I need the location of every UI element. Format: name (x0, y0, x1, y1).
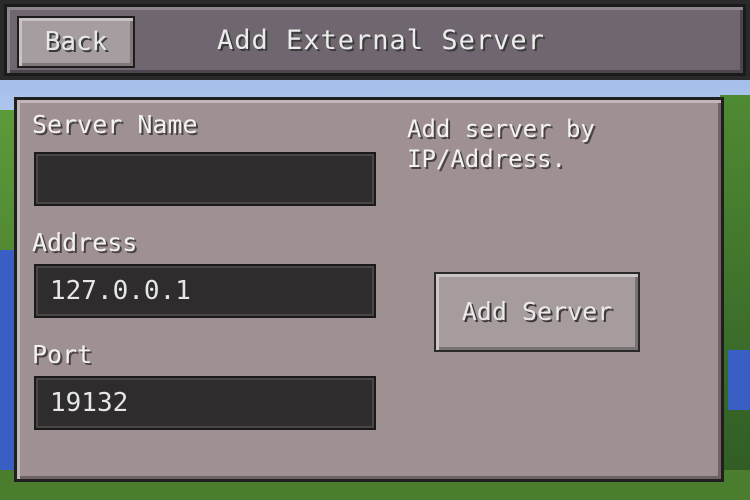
server-form-panel: Server Name Address Port Add server by I… (14, 97, 724, 482)
right-hill (720, 95, 750, 500)
port-label: Port (32, 340, 93, 369)
add-server-button[interactable]: Add Server (434, 272, 640, 352)
server-name-input[interactable] (34, 152, 376, 206)
header-bar: Back Add External Server (0, 0, 750, 80)
address-input[interactable] (34, 264, 376, 318)
server-name-label: Server Name (32, 110, 198, 139)
port-input[interactable] (34, 376, 376, 430)
back-button[interactable]: Back (17, 16, 135, 68)
add-server-hint: Add server by IP/Address. (407, 115, 595, 173)
header-inner: Back Add External Server (4, 4, 746, 76)
page-title: Add External Server (217, 25, 545, 56)
right-water (728, 350, 750, 410)
address-label: Address (32, 228, 138, 257)
